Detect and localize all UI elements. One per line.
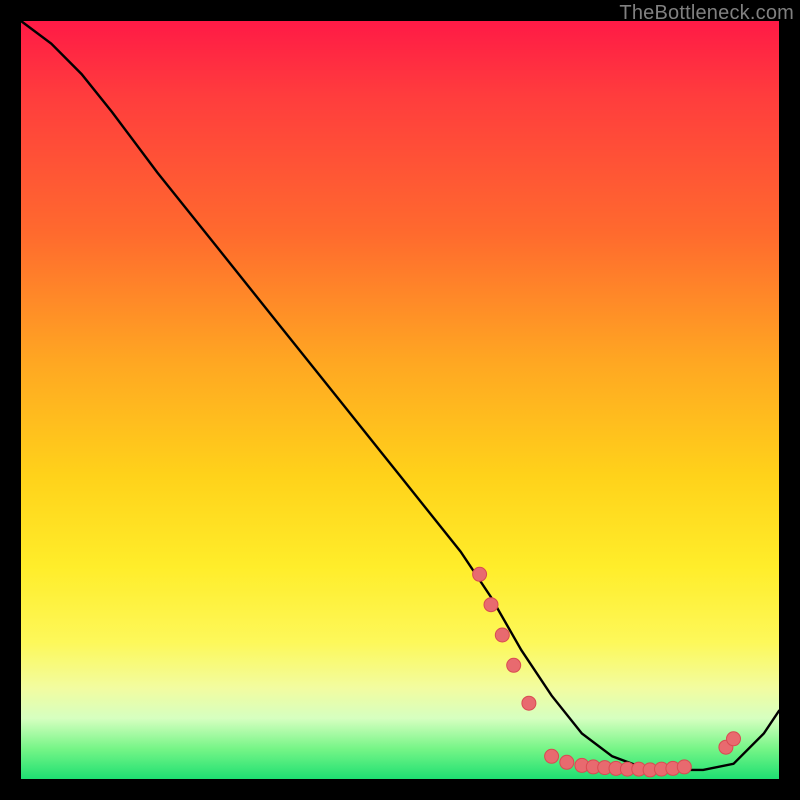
curve-line <box>21 21 779 770</box>
curve-marker <box>495 628 509 642</box>
curve-marker <box>473 567 487 581</box>
curve-markers <box>473 567 741 777</box>
plot-area <box>21 21 779 779</box>
curve-marker <box>545 749 559 763</box>
chart-frame: TheBottleneck.com <box>0 0 800 800</box>
curve-marker <box>522 696 536 710</box>
curve-marker <box>560 755 574 769</box>
curve-marker <box>507 658 521 672</box>
curve-marker <box>484 598 498 612</box>
chart-svg <box>21 21 779 779</box>
curve-marker <box>727 732 741 746</box>
curve-marker <box>677 760 691 774</box>
